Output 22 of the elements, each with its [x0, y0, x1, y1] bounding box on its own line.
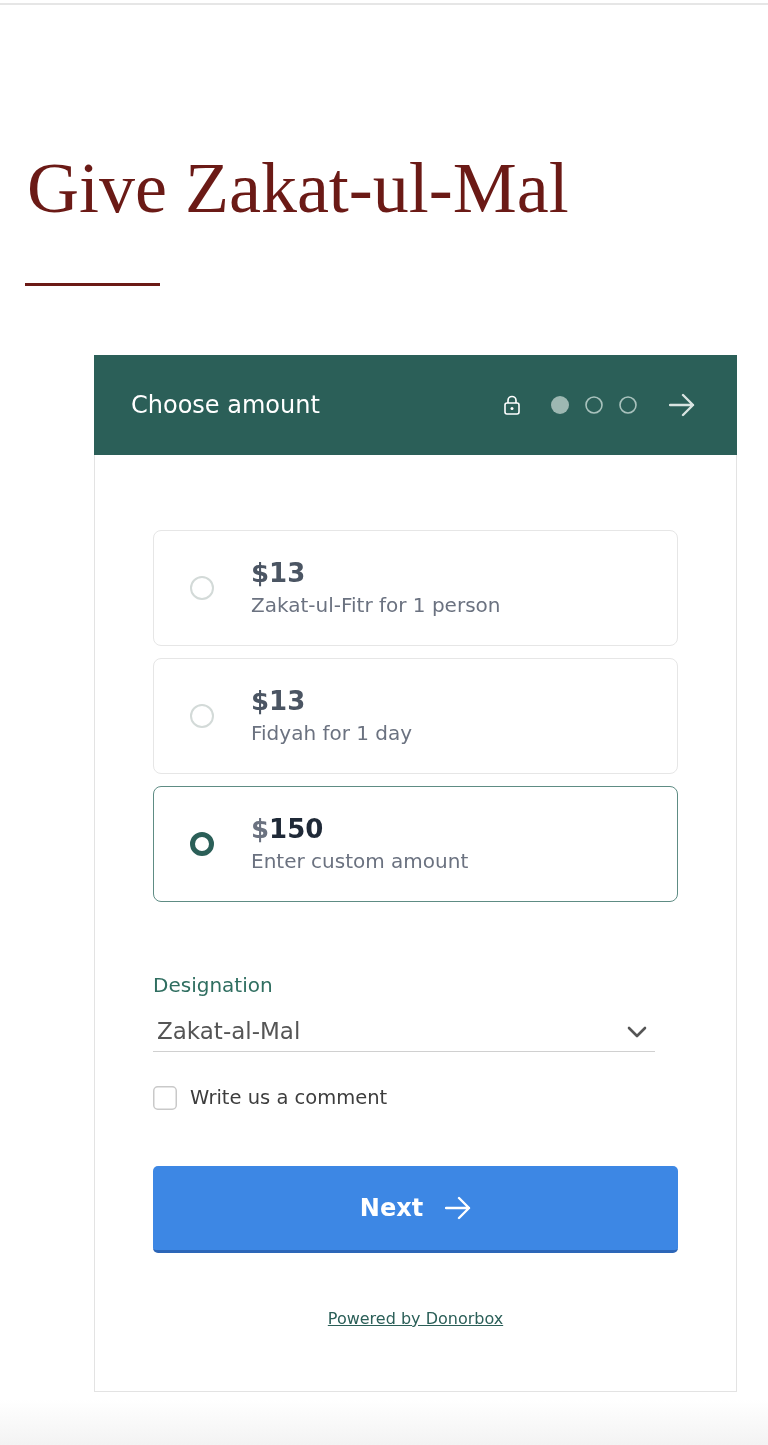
arrow-right-icon [669, 393, 695, 417]
amount-description: Zakat-ul-Fitr for 1 person [251, 592, 501, 619]
amount-option[interactable]: $13 Zakat-ul-Fitr for 1 person [153, 530, 678, 646]
amount-description: Fidyah for 1 day [251, 720, 413, 747]
amount-text: $150 [251, 813, 325, 846]
designation-select[interactable]: Zakat-al-Mal [153, 1012, 655, 1052]
powered-by-link[interactable]: Powered by Donorbox [327, 1309, 504, 1329]
chevron-down-icon [627, 1025, 647, 1038]
radio-button[interactable] [190, 832, 214, 856]
amount-text: $13 [251, 685, 307, 718]
comment-label: Write us a comment [190, 1086, 388, 1110]
amount-option[interactable]: $13 Fidyah for 1 day [153, 658, 678, 774]
arrow-right-icon [445, 1196, 472, 1220]
amount-text: $13 [251, 557, 307, 590]
amount-description: Enter custom amount [251, 848, 469, 875]
header-title: Choose amount [131, 390, 320, 420]
page-title: Give Zakat-ul-Mal [27, 152, 570, 224]
next-button[interactable]: Next [153, 1166, 678, 1253]
checkbox[interactable] [153, 1086, 177, 1110]
designation-label: Designation [153, 973, 274, 997]
amount-option[interactable]: $150 Enter custom amount [153, 786, 678, 902]
lock-icon [504, 395, 520, 415]
